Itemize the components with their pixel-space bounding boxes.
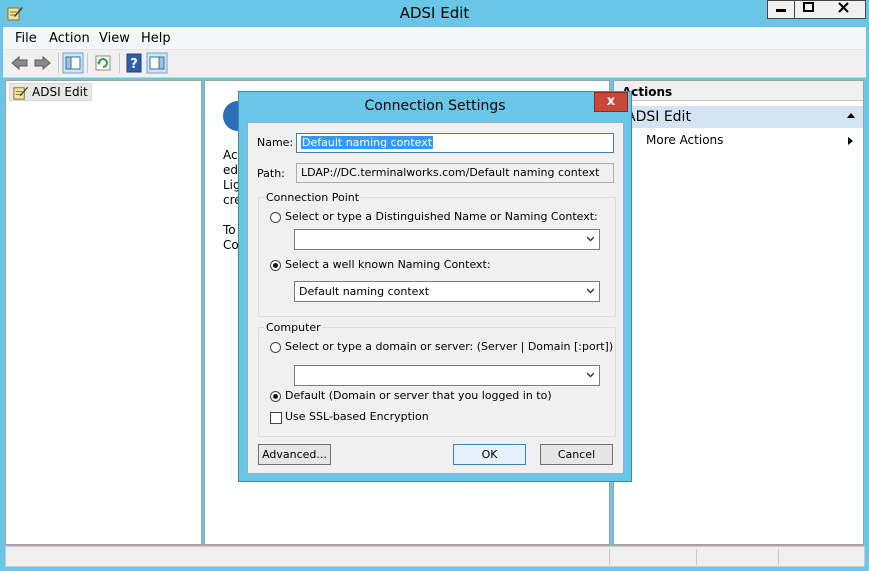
close-icon (837, 2, 849, 13)
back-arrow-icon[interactable] (9, 52, 31, 74)
cancel-button[interactable]: Cancel (540, 444, 613, 465)
actions-pane: Actions ADSI Edit More Actions (613, 80, 864, 545)
dialog-title[interactable]: Connection Settings (239, 92, 631, 119)
naming-context-select[interactable]: Default naming context (294, 281, 600, 302)
description-line: Co (223, 238, 239, 252)
close-button[interactable] (821, 0, 866, 19)
status-bar (5, 546, 865, 567)
toolbar: ? (3, 50, 866, 78)
ok-button[interactable]: OK (453, 444, 526, 465)
description-line: Ac (223, 148, 238, 162)
minimize-icon (776, 9, 786, 12)
path-field: LDAP://DC.terminalworks.com/Default nami… (296, 163, 614, 183)
radio-well-known-context[interactable] (270, 260, 281, 271)
dialog-body: Name: Default naming context Path: LDAP:… (247, 122, 624, 474)
radio-domain-or-server[interactable] (270, 342, 281, 353)
actions-header: Actions (614, 81, 863, 101)
help-icon[interactable]: ? (123, 52, 145, 74)
chevron-down-icon (587, 236, 594, 242)
advanced-button[interactable]: Advanced... (258, 444, 331, 465)
name-field[interactable]: Default naming context (296, 133, 614, 153)
tree-item-adsi-edit[interactable]: ADSI Edit (9, 83, 92, 101)
status-divider (696, 549, 697, 565)
chevron-down-icon (587, 372, 594, 378)
console-tree-pane[interactable]: ADSI Edit (5, 80, 202, 545)
forward-arrow-icon[interactable] (31, 52, 53, 74)
collapse-arrow-icon[interactable] (847, 113, 855, 118)
actions-group-title: ADSI Edit (626, 109, 691, 125)
title-bar[interactable]: ADSI Edit (0, 0, 869, 27)
radio-distinguished-name-label[interactable]: Select or type a Distinguished Name or N… (285, 210, 598, 223)
radio-domain-or-server-label[interactable]: Select or type a domain or server: (Serv… (285, 340, 613, 353)
toolbar-separator (87, 53, 88, 73)
ssl-checkbox[interactable] (270, 412, 282, 424)
menu-file[interactable]: File (15, 31, 37, 46)
show-hide-console-tree-icon[interactable] (62, 52, 84, 74)
maximize-icon (802, 2, 814, 12)
refresh-icon[interactable] (92, 52, 114, 74)
status-divider (778, 549, 779, 565)
radio-default-server[interactable] (270, 391, 281, 402)
distinguished-name-combo[interactable] (294, 229, 600, 250)
show-hide-action-pane-icon[interactable] (146, 52, 168, 74)
naming-context-value: Default naming context (299, 285, 430, 298)
connection-point-title: Connection Point (264, 191, 362, 204)
name-value: Default naming context (301, 136, 434, 149)
name-label: Name: (257, 136, 294, 149)
radio-distinguished-name[interactable] (270, 212, 281, 223)
toolbar-separator (119, 53, 120, 73)
menu-action[interactable]: Action (49, 31, 90, 46)
radio-well-known-context-label[interactable]: Select a well known Naming Context: (285, 258, 491, 271)
menu-bar: File Action View Help (3, 27, 866, 50)
tree-item-label: ADSI Edit (32, 85, 88, 99)
ssl-checkbox-label[interactable]: Use SSL-based Encryption (285, 410, 429, 423)
status-divider (609, 549, 610, 565)
close-icon: x (606, 94, 616, 109)
adsi-edit-app-icon[interactable] (6, 4, 24, 22)
menu-help[interactable]: Help (141, 31, 171, 46)
computer-title: Computer (264, 321, 323, 334)
submenu-arrow-icon (848, 137, 853, 145)
path-label: Path: (257, 167, 285, 180)
more-actions-item[interactable]: More Actions (646, 133, 723, 147)
actions-group-adsi-edit[interactable]: ADSI Edit (614, 106, 863, 128)
maximize-button[interactable] (794, 0, 822, 19)
menu-view[interactable]: View (99, 31, 130, 46)
radio-default-server-label[interactable]: Default (Domain or server that you logge… (285, 389, 552, 402)
minimize-button[interactable] (767, 0, 795, 19)
description-line: To (223, 223, 236, 237)
server-combo[interactable] (294, 365, 600, 386)
adsi-edit-icon (13, 86, 29, 100)
window-title: ADSI Edit (399, 4, 470, 22)
chevron-down-icon (587, 288, 594, 294)
svg-text:?: ? (130, 57, 138, 72)
connection-settings-dialog: Connection Settings x Name: Default nami… (238, 91, 632, 482)
toolbar-separator (58, 53, 59, 73)
dialog-close-button[interactable]: x (594, 92, 628, 112)
